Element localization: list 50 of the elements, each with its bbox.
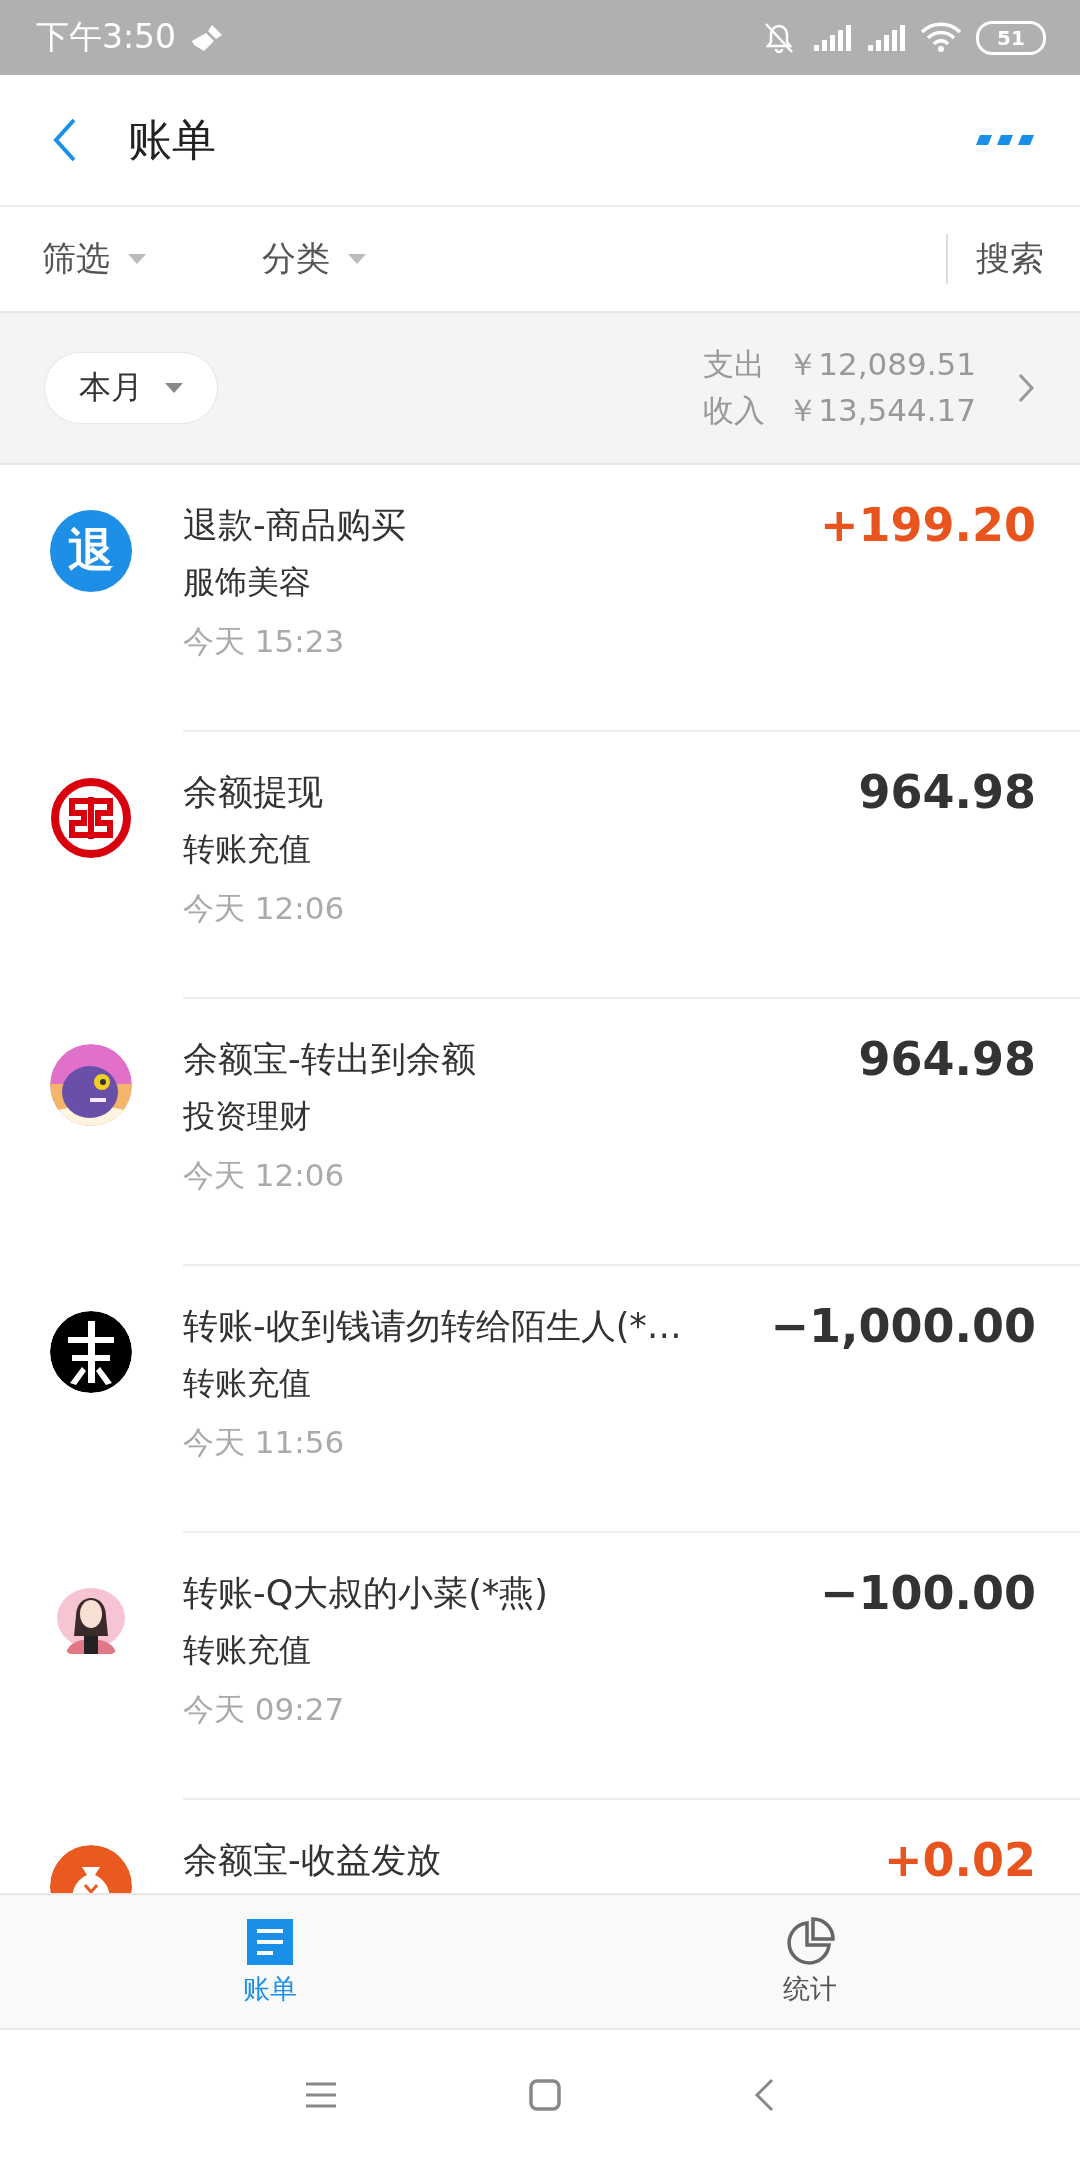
filter-dropdown[interactable]: 分类 (262, 236, 482, 282)
transaction-time: 今天 12:06 (183, 889, 346, 928)
caret-icon (163, 382, 185, 394)
transaction-time: 今天 15:23 (183, 622, 346, 661)
page-title: 账单 (128, 112, 216, 167)
transaction-category: 服饰美容 (183, 562, 312, 603)
broom-icon (190, 22, 225, 53)
transaction-category: 转账充值 (183, 829, 312, 870)
signal-icon (812, 22, 852, 53)
transaction-amount: +0.02 (883, 1833, 1036, 1887)
filter-dropdown[interactable]: 筛选 (42, 236, 262, 282)
expense-label: 支出 (703, 345, 766, 384)
transaction-title: 余额提现 (183, 770, 324, 814)
bank-logo-icon (50, 777, 132, 859)
transaction-title: 余额宝-转出到余额 (183, 1037, 477, 1081)
caret-icon (346, 253, 368, 265)
home-icon[interactable] (528, 2078, 562, 2112)
transaction-title: 转账-收到钱请勿转给陌生人(*… (183, 1304, 683, 1348)
caret-icon (126, 253, 148, 265)
status-time: 下午3:50 (36, 16, 177, 58)
chevron-right-icon[interactable] (1016, 371, 1036, 405)
signal-icon (866, 22, 906, 53)
transaction-title: 退款-商品购买 (183, 503, 407, 547)
expense-total: ￥12,089.51 (787, 345, 976, 384)
tab[interactable]: 统计 (540, 1895, 1080, 2028)
transaction-time: 今天 09:27 (183, 1690, 346, 1729)
income-total: ￥13,544.17 (787, 391, 976, 430)
period-dropdown[interactable]: 本月 (44, 352, 218, 424)
menu-icon[interactable] (304, 2080, 338, 2110)
transaction-time: 今天 11:56 (183, 1423, 346, 1462)
transaction-category: 投资理财 (183, 1096, 312, 1137)
transaction-amount: 964.98 (858, 765, 1036, 819)
transaction-category: 转账充值 (183, 1363, 312, 1404)
income-label: 收入 (703, 391, 766, 430)
transaction-time: 今天 12:06 (183, 1156, 346, 1195)
transaction-title: 转账-Q大叔的小菜(*燕) (183, 1571, 549, 1615)
pie-chart-icon (785, 1916, 835, 1967)
transaction-category: 转账充值 (183, 1630, 312, 1671)
back-icon[interactable] (752, 2077, 776, 2113)
battery-icon: 51 (976, 20, 1046, 55)
search-button[interactable]: 搜索 (946, 234, 1044, 284)
list-icon (245, 1916, 295, 1967)
transaction-amount: +199.20 (819, 498, 1036, 552)
more-icon[interactable] (976, 133, 1036, 147)
transaction-title: 余额宝-收益发放 (183, 1838, 442, 1882)
transaction-amount: −100.00 (819, 1566, 1036, 1620)
avatar-badge: 退 (50, 510, 132, 592)
transaction-amount: −1,000.00 (770, 1299, 1036, 1353)
transaction-amount: 964.98 (858, 1032, 1036, 1086)
wifi-icon (920, 21, 962, 54)
